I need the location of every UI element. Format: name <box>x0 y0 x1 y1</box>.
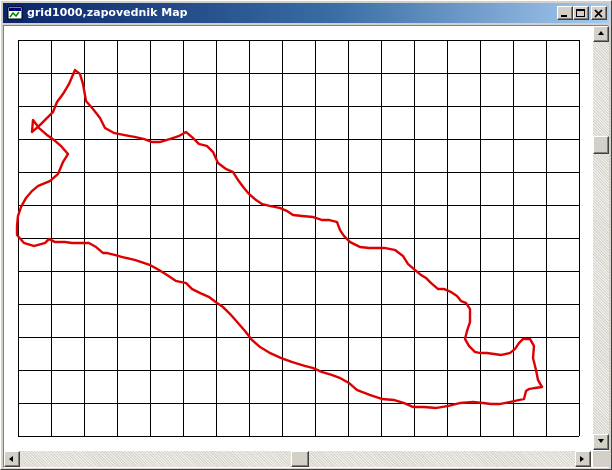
scroll-down-icon <box>598 439 604 443</box>
scroll-left-icon <box>9 456 13 462</box>
minimize-button[interactable] <box>557 6 573 20</box>
title-bar[interactable]: grid1000,zapovednik Map <box>3 3 609 23</box>
scroll-left-button[interactable] <box>4 451 20 467</box>
scroll-right-button[interactable] <box>575 451 591 467</box>
map-client-area <box>3 25 609 468</box>
map-svg[interactable] <box>4 26 591 450</box>
map-canvas[interactable] <box>4 26 591 450</box>
scroll-up-button[interactable] <box>593 26 609 42</box>
minimize-icon <box>561 15 567 17</box>
scrollbar-corner <box>593 451 609 467</box>
vertical-scroll-thumb[interactable] <box>593 136 609 154</box>
window-title: grid1000,zapovednik Map <box>27 6 188 19</box>
scroll-up-icon <box>598 31 604 35</box>
scroll-down-button[interactable] <box>593 434 609 450</box>
vertical-scrollbar[interactable] <box>593 26 609 450</box>
map-window-icon[interactable] <box>7 5 23 21</box>
maximize-icon <box>576 9 585 17</box>
scroll-right-icon <box>580 456 584 462</box>
map-window: grid1000,zapovednik Map <box>0 0 612 470</box>
close-button[interactable] <box>591 6 607 20</box>
close-icon <box>594 9 603 18</box>
horizontal-scroll-thumb[interactable] <box>291 451 309 467</box>
map-grid <box>18 40 580 437</box>
maximize-button[interactable] <box>573 6 589 20</box>
horizontal-scrollbar[interactable] <box>4 451 591 467</box>
